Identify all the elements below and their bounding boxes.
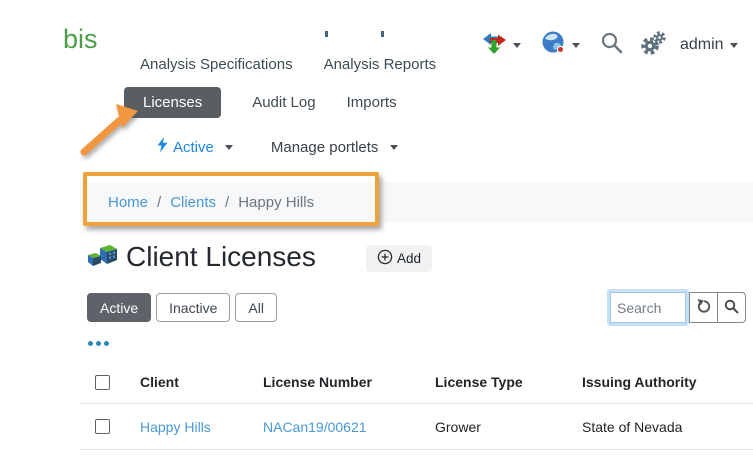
page-title: Client Licenses [126, 241, 316, 273]
settings-button[interactable] [638, 30, 668, 61]
dot [96, 341, 101, 346]
row-license-type: Grower [435, 419, 582, 435]
user-menu-button[interactable]: admin [680, 36, 738, 54]
nav-item-analysis-specifications[interactable]: Analysis Specifications [140, 56, 293, 73]
header-license-number: License Number [263, 374, 435, 390]
header-license-type: License Type [435, 374, 582, 390]
filter-active-button[interactable]: Active [87, 293, 151, 322]
row-issuing-authority: State of Nevada [582, 419, 753, 435]
nav-item-analysis-reports[interactable]: Analysis Reports [324, 56, 437, 73]
row-license-number-link[interactable]: NACan19/00621 [263, 419, 367, 435]
search-button[interactable] [717, 292, 746, 323]
annotation-arrow [80, 100, 142, 158]
header-client: Client [140, 374, 263, 390]
brand-logo[interactable]: bis [63, 24, 98, 55]
topbar-icon-group: admin [481, 31, 738, 59]
breadcrumb-home-link[interactable]: Home [108, 194, 148, 211]
client-licenses-page: bis [0, 0, 753, 464]
circle-plus-icon [377, 249, 393, 268]
header-checkbox-cell [80, 375, 140, 390]
add-button[interactable]: Add [366, 245, 432, 272]
filter-all-button[interactable]: All [235, 293, 277, 322]
lightning-icon [157, 137, 168, 157]
chevron-down-icon [390, 145, 398, 150]
state-filter-label: Active [173, 139, 214, 156]
breadcrumb-bar: Home / Clients / Happy Hills [80, 182, 753, 222]
section-tabs: Licenses Audit Log Imports [124, 87, 397, 118]
tab-imports[interactable]: Imports [347, 87, 397, 118]
breadcrumb-separator: / [157, 194, 161, 211]
search-icon [600, 31, 624, 60]
state-filter-buttons: Active Inactive All [87, 293, 277, 322]
portlet-bar: Active Manage portlets [157, 137, 398, 157]
row-checkbox-cell [80, 419, 140, 434]
dot [104, 341, 109, 346]
reset-search-button[interactable] [689, 292, 718, 323]
add-button-label: Add [397, 251, 421, 266]
reset-icon [696, 298, 712, 317]
manage-portlets-dropdown[interactable]: Manage portlets [271, 139, 399, 156]
workflow-icon [481, 31, 507, 60]
licenses-table: Client License Number License Type Issui… [80, 361, 753, 450]
more-options-toggle[interactable] [88, 341, 109, 346]
global-search-button[interactable] [600, 31, 624, 60]
globe-icon [541, 30, 566, 60]
chevron-down-icon [572, 43, 580, 48]
table-row: Happy Hills NACan19/00621 Grower State o… [80, 404, 753, 450]
main-nav: Analysis Specifications Analysis Reports [140, 56, 436, 73]
manage-portlets-label: Manage portlets [271, 139, 379, 156]
cropped-text-artifact [381, 31, 384, 37]
chevron-down-icon [225, 145, 233, 150]
header-issuing-authority: Issuing Authority [582, 374, 753, 390]
table-header-row: Client License Number License Type Issui… [80, 361, 753, 404]
breadcrumb-current: Happy Hills [238, 194, 314, 211]
row-client-link[interactable]: Happy Hills [140, 419, 211, 435]
tab-audit-log[interactable]: Audit Log [252, 87, 315, 118]
breadcrumb: Home / Clients / Happy Hills [108, 194, 314, 211]
language-menu-button[interactable] [541, 30, 580, 60]
breadcrumb-clients-link[interactable]: Clients [170, 194, 216, 211]
chevron-down-icon [513, 43, 521, 48]
breadcrumb-separator: / [225, 194, 229, 211]
search-icon [724, 299, 739, 317]
client-building-icon [86, 243, 118, 276]
gears-icon [638, 30, 668, 61]
select-all-checkbox[interactable] [95, 375, 110, 390]
chevron-down-icon [730, 43, 738, 48]
row-checkbox[interactable] [95, 419, 110, 434]
filter-inactive-button[interactable]: Inactive [156, 293, 230, 322]
search-input[interactable] [610, 292, 686, 323]
cropped-text-artifact [325, 31, 328, 37]
state-filter-dropdown[interactable]: Active [157, 137, 233, 157]
listing-search-group [610, 292, 746, 323]
user-menu-label: admin [680, 36, 724, 54]
workflow-menu-button[interactable] [481, 31, 521, 60]
dot [88, 341, 93, 346]
